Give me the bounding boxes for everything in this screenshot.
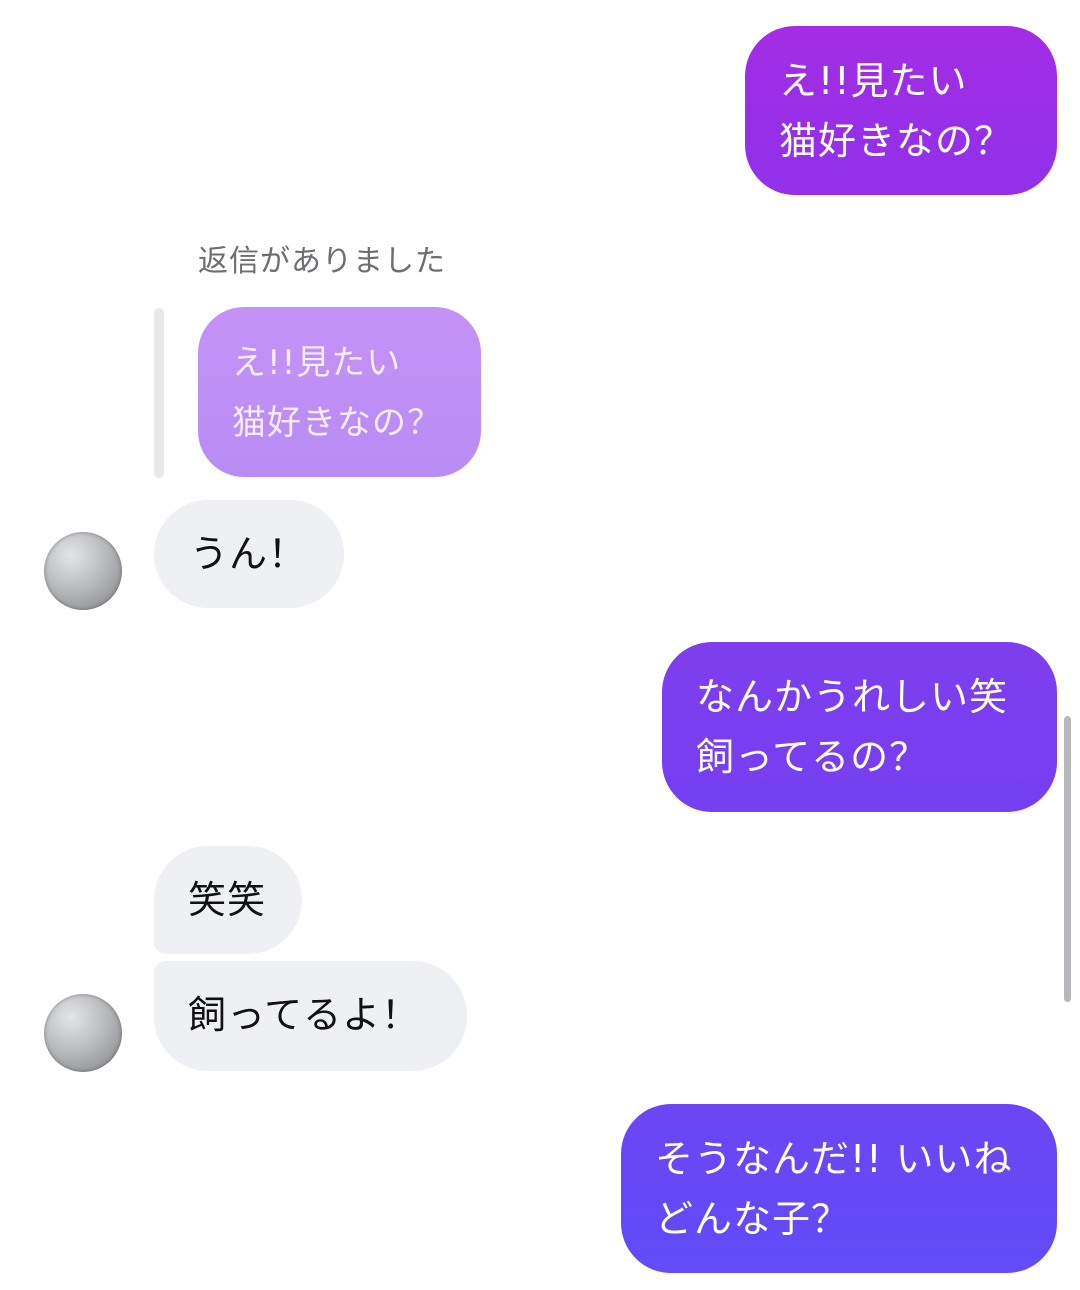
message-text: 飼ってるの？: [696, 735, 929, 779]
message-text: どんな子？: [655, 1197, 851, 1241]
message-text: 笑笑: [188, 878, 267, 922]
sent-message-bubble[interactable]: え!!見たい 猫好きなの？: [745, 26, 1057, 195]
quoted-text: え!!見たい: [232, 343, 402, 383]
quoted-text: 猫好きなの？: [232, 403, 442, 443]
contact-avatar[interactable]: [44, 994, 122, 1072]
received-message-bubble[interactable]: 笑笑: [154, 846, 302, 954]
sent-message-bubble[interactable]: そうなんだ!! いいね どんな子？: [621, 1104, 1057, 1273]
contact-avatar[interactable]: [44, 532, 122, 610]
sent-message-bubble[interactable]: なんかうれしい笑 飼ってるの？: [662, 642, 1057, 812]
reply-caption: 返信がありました: [198, 244, 446, 279]
received-message-bubble[interactable]: 飼ってるよ！: [154, 961, 467, 1071]
message-text: うん！: [190, 532, 308, 576]
reply-quote-bar: [154, 308, 164, 478]
message-text: え!!見たい: [779, 59, 968, 103]
message-text: 猫好きなの？: [779, 119, 1014, 163]
message-text: なんかうれしい笑: [696, 675, 1009, 719]
quoted-message-bubble[interactable]: え!!見たい 猫好きなの？: [198, 307, 481, 477]
message-text: そうなんだ!! いいね: [655, 1137, 1013, 1181]
received-message-bubble[interactable]: うん！: [154, 500, 344, 608]
scrollbar-thumb[interactable]: [1064, 716, 1071, 1002]
message-text: 飼ってるよ！: [188, 993, 421, 1037]
